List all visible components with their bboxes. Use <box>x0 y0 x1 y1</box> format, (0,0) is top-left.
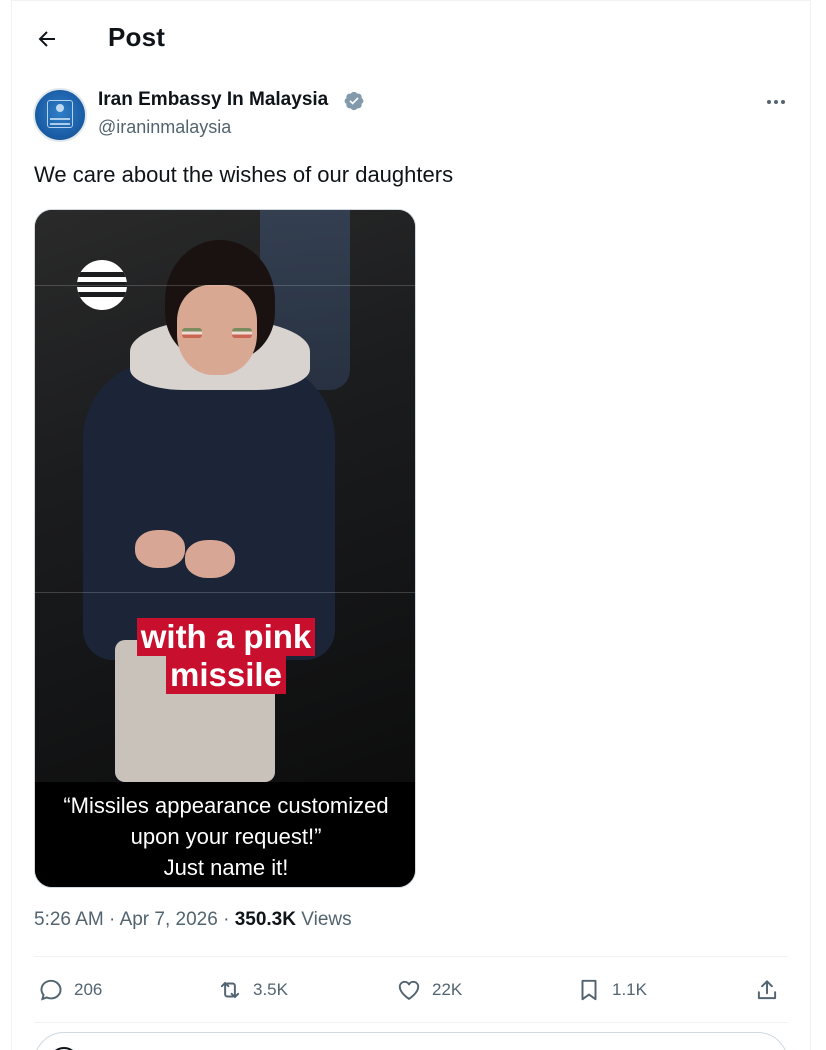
arrow-left-icon <box>38 31 55 47</box>
post-text: We care about the wishes of our daughter… <box>34 162 454 187</box>
views-count: 350.3K <box>234 909 296 930</box>
like-button[interactable]: 22K <box>396 970 462 1010</box>
video-child-hand <box>185 540 235 578</box>
video-frame: with a pink missile <box>35 210 415 782</box>
divider <box>34 1022 788 1023</box>
share-button[interactable] <box>754 970 780 1010</box>
avatar-emblem-line <box>50 118 70 120</box>
bottom-caption-line: “Missiles appearance customized <box>63 793 389 818</box>
video-scanline <box>35 285 415 286</box>
video-overlay-caption: with a pink missile <box>35 618 415 694</box>
share-icon <box>757 980 777 1000</box>
author-avatar[interactable] <box>33 88 87 142</box>
bookmark-icon <box>581 979 597 1001</box>
post-date[interactable]: Apr 7, 2026 <box>120 909 218 930</box>
video-child-hand <box>135 530 185 568</box>
views-label: Views <box>301 909 352 930</box>
meta-separator: · <box>223 909 230 930</box>
video-child-jacket <box>83 360 335 660</box>
heart-icon <box>398 980 420 1000</box>
overlay-caption-line: missile <box>166 656 286 694</box>
video-face-paint <box>182 328 202 338</box>
reply-count: 206 <box>74 980 103 999</box>
repost-button[interactable]: 3.5K <box>217 970 288 1010</box>
repost-count: 3.5K <box>253 980 288 999</box>
author-name[interactable]: Iran Embassy In Malaysia <box>98 89 328 111</box>
overlay-caption-line: with a pink <box>136 618 316 656</box>
back-button[interactable] <box>30 22 64 56</box>
post-meta: 5:26 AM · Apr 7, 2026 · 350.3K Views <box>34 909 352 931</box>
bottom-caption-line: Just name it! <box>163 855 289 880</box>
avatar-emblem-dot <box>56 104 64 112</box>
avatar-emblem-line <box>50 123 70 125</box>
like-count: 22K <box>432 980 463 999</box>
video-scanline <box>35 592 415 593</box>
bookmark-count: 1.1K <box>612 980 647 999</box>
video-face-paint <box>232 328 252 338</box>
divider <box>34 956 788 957</box>
post-video[interactable]: with a pink missile “Missiles appearance… <box>34 209 416 888</box>
reply-button[interactable]: 206 <box>38 970 102 1010</box>
repost-icon <box>220 981 240 999</box>
post-time[interactable]: 5:26 AM <box>34 909 104 930</box>
more-button[interactable] <box>762 88 790 116</box>
more-horizontal-icon <box>767 100 785 104</box>
bottom-caption-line: upon your request!” <box>130 824 322 849</box>
page-title: Post <box>108 22 166 52</box>
author-handle[interactable]: @iraninmalaysia <box>98 117 231 138</box>
video-bottom-caption: “Missiles appearance customized upon you… <box>35 782 415 887</box>
verified-badge-icon <box>344 91 364 111</box>
bookmark-button[interactable]: 1.1K <box>576 970 647 1010</box>
page-header: Post <box>0 0 826 76</box>
reply-bubble-icon <box>40 979 62 1001</box>
meta-separator: · <box>109 909 116 930</box>
action-bar: 206 3.5K 22K 1.1K <box>34 970 788 1010</box>
reply-composer[interactable] <box>34 1032 788 1050</box>
